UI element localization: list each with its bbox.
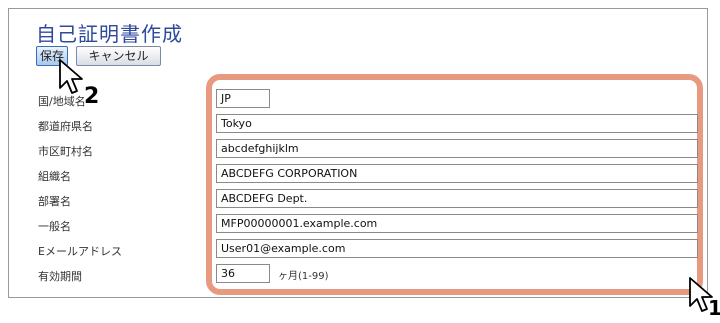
email-field[interactable]: User01@example.com xyxy=(216,239,698,258)
mouse-pointer-icon xyxy=(59,59,83,94)
step-number-2: 2 xyxy=(84,84,100,109)
validity-field[interactable]: 36 xyxy=(216,264,270,283)
label-common-name: 一般名 xyxy=(38,220,71,233)
cancel-button[interactable]: キャンセル xyxy=(76,46,161,66)
country-field[interactable]: JP xyxy=(216,89,270,108)
step-number-1: 1 xyxy=(708,296,720,320)
label-city: 市区町村名 xyxy=(38,145,93,158)
input-highlight-frame xyxy=(206,74,703,295)
label-department: 部署名 xyxy=(38,195,71,208)
department-field[interactable]: ABCDEFG Dept. xyxy=(216,189,698,208)
state-field[interactable]: Tokyo xyxy=(216,114,698,133)
label-state: 都道府県名 xyxy=(38,120,93,133)
city-field[interactable]: abcdefghijklm xyxy=(216,139,698,158)
common-name-field[interactable]: MFP00000001.example.com xyxy=(216,214,698,233)
label-organization: 組織名 xyxy=(38,170,71,183)
organization-field[interactable]: ABCDEFG CORPORATION xyxy=(216,164,698,183)
page-title: 自己証明書作成 xyxy=(36,22,183,46)
label-validity: 有効期間 xyxy=(38,270,82,283)
label-email: Eメールアドレス xyxy=(38,245,122,258)
validity-unit: ヶ月(1-99) xyxy=(278,271,329,282)
